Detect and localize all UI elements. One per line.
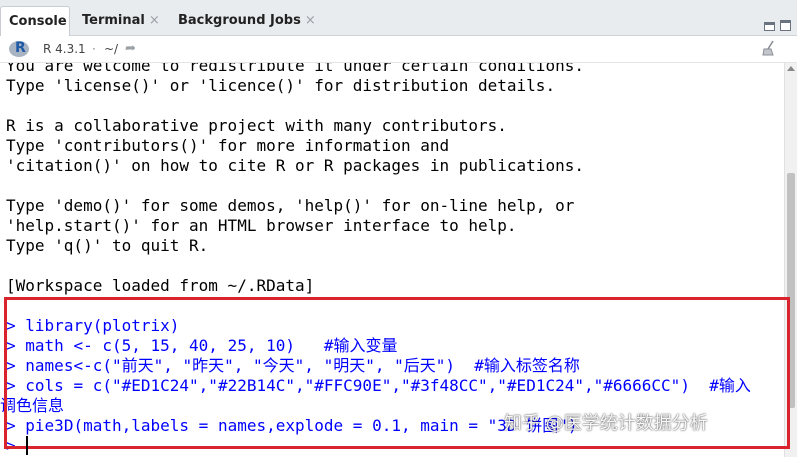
console-toolbar: R R 4.3.1 · ~/ ➦ — [0, 36, 797, 63]
r-version-label: R 4.3.1 — [43, 42, 86, 56]
console-output-line: 'citation()' on how to cite R or R packa… — [6, 156, 584, 175]
console-output-line: R is a collaborative project with many c… — [6, 116, 507, 135]
tab-console-label: Console — [9, 14, 67, 29]
tab-terminal[interactable]: Terminal × — [74, 6, 164, 36]
close-icon[interactable]: × — [149, 13, 160, 28]
console-output-line: Type 'q()' to quit R. — [6, 236, 209, 255]
console-output-line: 'help.start()' for an HTML browser inter… — [6, 216, 517, 235]
maximize-pane-icon[interactable] — [780, 20, 791, 31]
r-logo-icon: R — [9, 40, 29, 57]
tab-background-jobs[interactable]: Background Jobs × — [170, 6, 318, 36]
console-output-line: Type 'license()' or 'licence()' for dist… — [6, 76, 556, 95]
tab-console[interactable]: Console — [0, 6, 70, 36]
go-to-directory-icon[interactable]: ➦ — [125, 41, 136, 56]
watermark: 知乎 @医学统计数据分析 — [504, 413, 708, 434]
pane-window-controls — [759, 18, 791, 36]
pane-tab-bar: Console Terminal × Background Jobs × — [0, 0, 797, 36]
close-icon[interactable]: × — [305, 13, 316, 28]
minimize-pane-icon[interactable] — [764, 22, 775, 31]
console-output-line: You are welcome to redistribute it under… — [6, 63, 584, 75]
scroll-up-icon[interactable] — [787, 66, 795, 71]
toolbar-separator: · — [92, 42, 96, 56]
console-output-line: [Workspace loaded from ~/.RData] — [6, 276, 315, 295]
text-cursor — [26, 436, 28, 455]
tab-background-jobs-label: Background Jobs — [178, 13, 301, 28]
console-output-line: Type 'contributors()' for more informati… — [6, 136, 450, 155]
console-output-line: Type 'demo()' for some demos, 'help()' f… — [6, 196, 575, 215]
broom-clear-console-icon[interactable] — [761, 40, 777, 56]
working-directory[interactable]: ~/ — [104, 42, 118, 56]
tab-terminal-label: Terminal — [82, 13, 145, 28]
